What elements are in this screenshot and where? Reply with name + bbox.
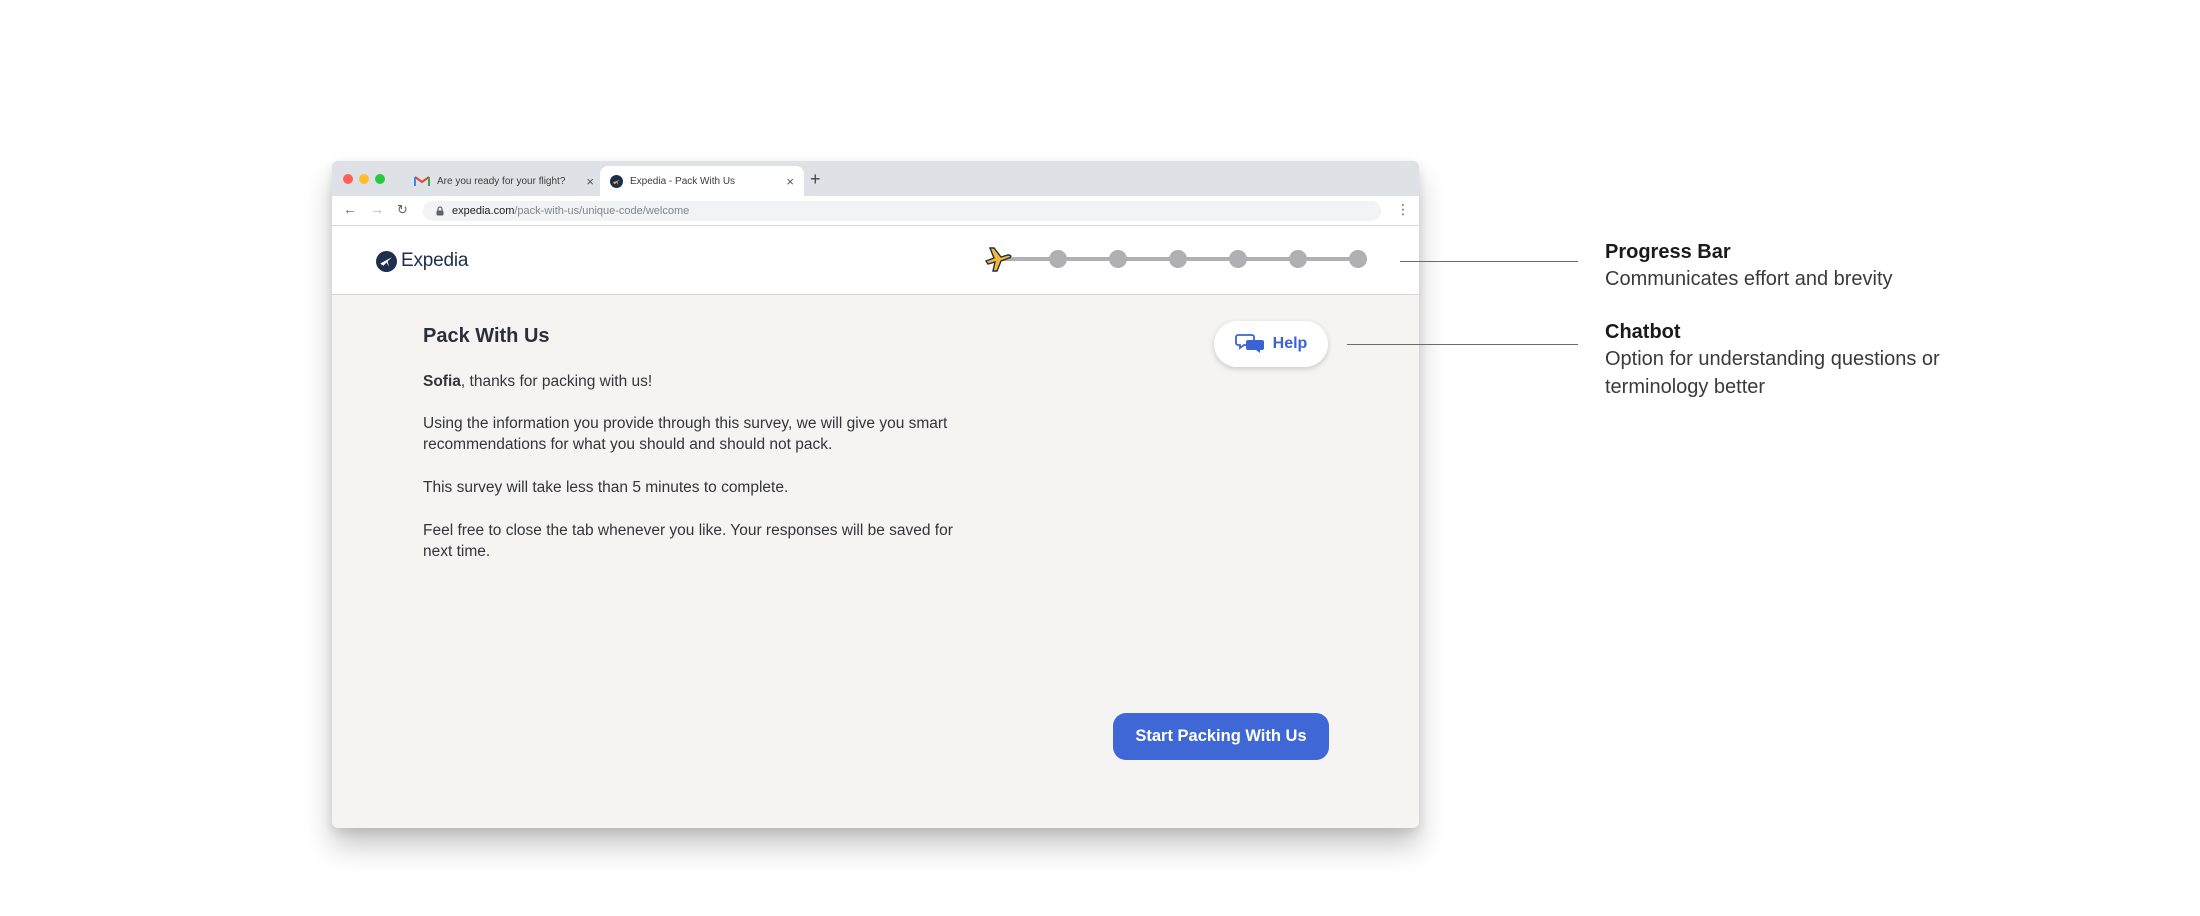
save-progress-text: Feel free to close the tab whenever you … <box>423 522 953 560</box>
survey-intro-text: Using the information you provide throug… <box>423 415 948 453</box>
user-name: Sofia <box>423 373 461 390</box>
tab-gmail[interactable]: Are you ready for your flight? × <box>404 166 604 196</box>
reload-icon[interactable]: ↻ <box>397 203 408 216</box>
progress-bar-leader-line <box>1400 261 1578 262</box>
back-arrow-icon[interactable]: ← <box>343 202 357 216</box>
survey-duration-text: This survey will take less than 5 minute… <box>423 479 789 496</box>
app-header: Expedia <box>332 226 1419 295</box>
annotation-title: Chatbot <box>1605 321 1681 343</box>
new-tab-icon[interactable]: + <box>810 170 821 188</box>
tab-expedia[interactable]: Expedia - Pack With Us × <box>600 166 804 196</box>
minimize-window-dot[interactable] <box>359 174 369 184</box>
tab-title: Are you ready for your flight? <box>437 175 566 187</box>
tab-title: Expedia - Pack With Us <box>630 175 736 187</box>
start-packing-button[interactable]: Start Packing With Us <box>1113 713 1329 760</box>
annotation-description: Communicates effort and brevity <box>1605 268 1893 290</box>
browser-menu-icon[interactable]: ⋮ <box>1396 202 1410 216</box>
expedia-favicon <box>610 174 623 188</box>
forward-arrow-icon[interactable]: → <box>370 202 384 216</box>
expedia-plane-logo-icon <box>376 250 397 272</box>
brand-name: Expedia <box>401 250 469 271</box>
maximize-window-dot[interactable] <box>375 174 385 184</box>
url-path: /pack-with-us/unique-code/welcome <box>514 205 690 217</box>
page-title: Pack With Us <box>423 325 550 347</box>
address-bar-row: ← → ↻ expedia.com /pack-with-us/unique-c… <box>332 196 1419 226</box>
help-chatbot-button[interactable]: Help <box>1214 321 1328 367</box>
close-tab-icon[interactable]: × <box>586 175 594 188</box>
close-window-dot[interactable] <box>343 174 353 184</box>
progress-step-dot <box>1349 250 1367 268</box>
expedia-logo[interactable]: Expedia <box>376 250 468 272</box>
tab-strip: Are you ready for your flight? × Expedia… <box>332 161 1419 196</box>
close-tab-icon[interactable]: × <box>786 175 794 188</box>
url-field[interactable]: expedia.com /pack-with-us/unique-code/we… <box>423 201 1381 221</box>
progress-step-dot <box>1289 250 1307 268</box>
progress-step-dot <box>1229 250 1247 268</box>
gmail-icon <box>414 176 430 186</box>
annotation-description: Option for understanding questions or te… <box>1605 348 1940 398</box>
greeting-text: Sofia, thanks for packing with us! <box>423 371 963 392</box>
welcome-page: Pack With Us Sofia, thanks for packing w… <box>332 295 1419 828</box>
url-host: expedia.com <box>452 205 515 217</box>
annotation-chatbot: Chatbot Option for understanding questio… <box>1605 319 2005 401</box>
progress-step-dot <box>1109 250 1127 268</box>
progress-step-dot <box>1049 250 1067 268</box>
progress-step-dot <box>1169 250 1187 268</box>
help-label: Help <box>1272 335 1308 352</box>
chatbot-leader-line <box>1347 344 1578 345</box>
lock-icon <box>436 206 444 216</box>
progress-bar <box>984 247 1367 272</box>
annotation-progress-bar: Progress Bar Communicates effort and bre… <box>1605 239 2005 293</box>
annotation-title: Progress Bar <box>1605 241 1731 263</box>
browser-window: Are you ready for your flight? × Expedia… <box>332 161 1419 828</box>
greeting-rest: , thanks for packing with us! <box>460 373 653 390</box>
chat-bubbles-icon <box>1234 334 1264 353</box>
